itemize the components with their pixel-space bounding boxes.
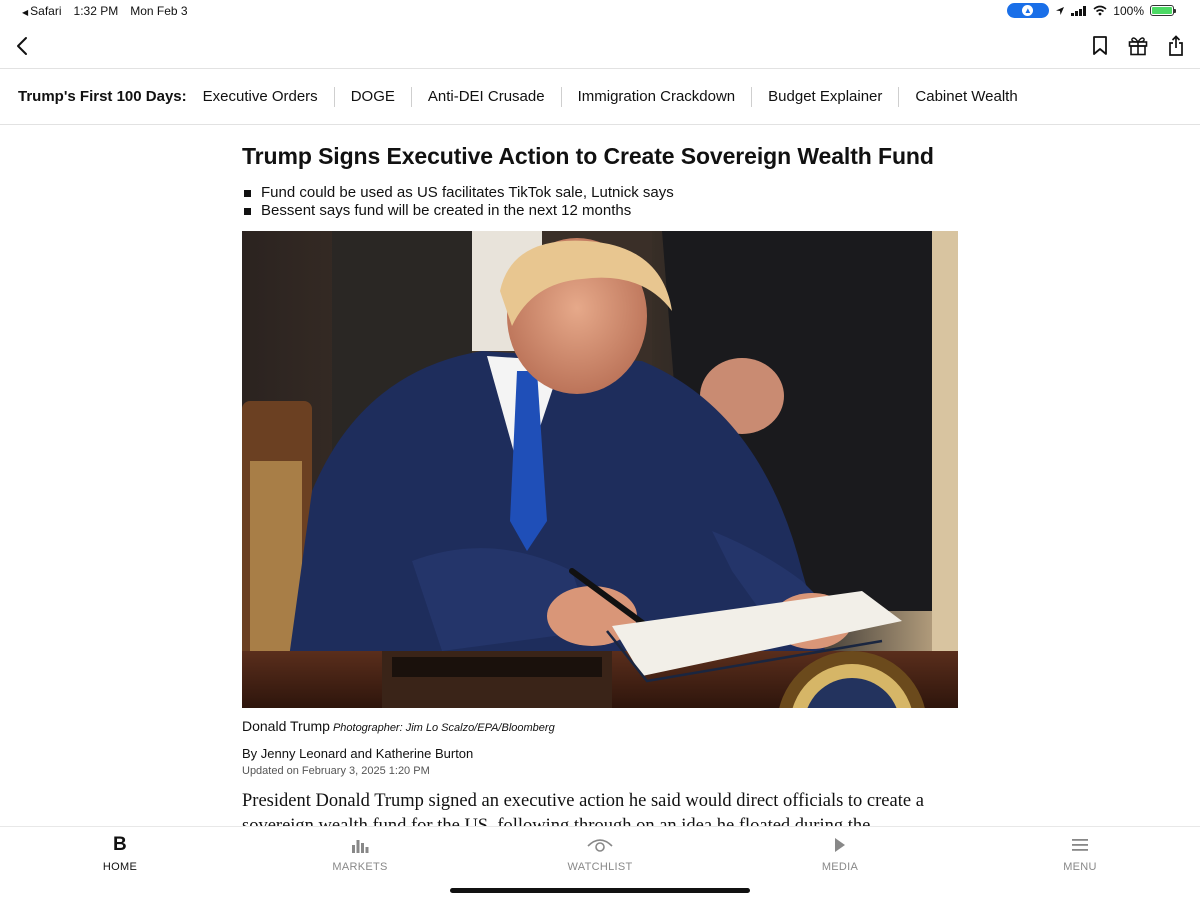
photo-illustration [242,231,958,708]
home-indicator[interactable] [450,888,750,893]
gift-icon [1128,37,1148,56]
summary-bullet: Bessent says fund will be created in the… [242,202,674,220]
back-button[interactable] [8,32,36,60]
bullet-square-icon [244,207,251,215]
summary-bullet: Fund could be used as US facilitates Tik… [242,184,674,202]
bookmark-button[interactable] [1086,32,1114,60]
topic-budget-explainer[interactable]: Budget Explainer [751,86,898,107]
topic-doge[interactable]: DOGE [333,86,411,107]
article-updated-timestamp: Updated on February 3, 2025 1:20 PM [242,765,430,777]
article-headline: Trump Signs Executive Action to Create S… [242,143,934,169]
back-app-label: Safari [30,4,62,18]
tab-menu-label: MENU [1063,861,1097,873]
browser-toolbar [0,28,1200,64]
navigation-icon: ▲ [1022,5,1034,16]
navigation-pill[interactable]: ▲ [1007,3,1050,18]
play-icon [780,833,900,857]
location-icon [1056,6,1065,15]
tab-home-label: HOME [102,861,138,873]
eye-icon [540,833,660,857]
caption-text: Donald Trump [242,718,330,734]
photo-caption: Donald Trump Photographer: Jim Lo Scalzo/… [242,718,555,734]
tab-menu[interactable]: MENU [1020,833,1140,873]
status-date: Mon Feb 3 [130,4,188,18]
chevron-left-icon [17,37,27,55]
gift-button[interactable] [1124,32,1152,60]
tab-media[interactable]: MEDIA [780,833,900,873]
share-icon [1169,35,1183,56]
body-paragraph-line: President Donald Trump signed an executi… [242,791,924,811]
summary-bullet-text: Bessent says fund will be created in the… [261,202,632,219]
topic-anti-dei-crusade[interactable]: Anti-DEI Crusade [410,86,561,107]
wifi-icon [1093,5,1107,16]
back-to-app-link[interactable]: ◀ Safari [22,4,62,18]
share-button[interactable] [1162,32,1190,60]
battery-percent: 100% [1113,3,1144,18]
status-time: 1:32 PM [73,4,119,18]
topic-executive-orders[interactable]: Executive Orders [203,87,334,107]
tab-watchlist[interactable]: WATCHLIST [540,833,660,873]
status-left: ◀ Safari 1:32 PM Mon Feb 3 [22,4,188,18]
back-arrow-icon: ◀ [22,8,29,17]
article-summary-bullets: Fund could be used as US facilitates Tik… [242,184,674,220]
status-right: ▲ 100% [1007,3,1176,18]
status-bar: ◀ Safari 1:32 PM Mon Feb 3 ▲ 100% [0,0,1200,22]
bookmark-icon [1093,36,1107,55]
tab-watchlist-label: WATCHLIST [567,861,633,873]
article-photo[interactable] [242,231,958,708]
bullet-square-icon [244,189,251,197]
bar-chart-icon [300,833,420,857]
menu-icon [1020,833,1140,857]
tab-markets-label: MARKETS [332,861,388,873]
tab-home[interactable]: B HOME [60,833,180,873]
tab-media-label: MEDIA [821,861,859,873]
battery-icon [1150,5,1176,16]
bloomberg-b-icon: B [112,834,128,855]
topic-bar-title: Trump's First 100 Days: [18,88,187,105]
topic-immigration-crackdown[interactable]: Immigration Crackdown [560,86,752,107]
topic-bar: Trump's First 100 Days: Executive Orders… [0,68,1200,125]
summary-bullet-text: Fund could be used as US facilitates Tik… [261,184,674,201]
tab-markets[interactable]: MARKETS [300,833,420,873]
topic-cabinet-wealth[interactable]: Cabinet Wealth [898,86,1033,107]
article-byline[interactable]: By Jenny Leonard and Katherine Burton [242,746,473,761]
photo-credit: Photographer: Jim Lo Scalzo/EPA/Bloomber… [332,722,555,734]
signal-icon [1071,5,1087,16]
